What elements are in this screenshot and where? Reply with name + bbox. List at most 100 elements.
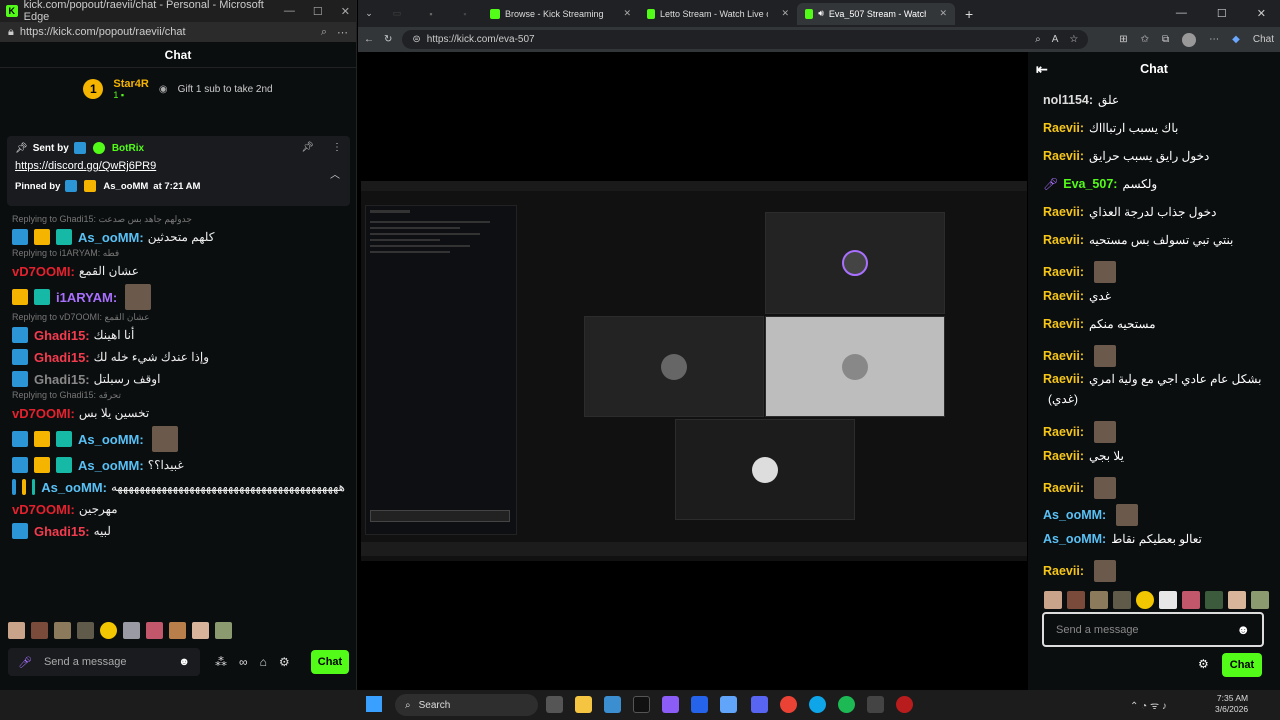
emote-icon[interactable] (169, 622, 186, 639)
stream-chat-message[interactable]: Raevii: دخول رايق يسبب حرايق (1043, 149, 1209, 163)
app-icon-blue[interactable] (691, 696, 708, 713)
emoji-icon[interactable]: ☻ (1236, 622, 1250, 637)
chat-username[interactable]: Raevii: (1043, 289, 1084, 303)
chat-message[interactable]: As_ooMM: غبيدا؟؟ (0, 454, 357, 476)
chat-message[interactable]: Ghadi15: وإذا عندك شيء خله لك (0, 346, 357, 368)
chat-username[interactable]: vD7OOMI: (12, 502, 75, 517)
extensions-icon[interactable]: ⊞ (1119, 34, 1127, 45)
minimize-button[interactable]: — (1176, 7, 1187, 20)
system-clock[interactable]: 7:35 AM 3/6/2026 (1215, 693, 1248, 715)
emote-icon[interactable] (123, 622, 140, 639)
chat-message[interactable]: vD7OOMI: عشان القمع (0, 260, 357, 282)
emoji-icon[interactable]: ☻ (178, 656, 190, 668)
chat-message[interactable]: As_ooMM: كلهم متحدثين (0, 226, 357, 248)
chat-username[interactable]: As_ooMM: (1043, 508, 1106, 522)
stream-chat-message[interactable]: Raevii: بشكل عام عادي اجي مع ولية امري (1043, 372, 1261, 386)
emote-icon[interactable] (1228, 591, 1246, 609)
pinned-sender[interactable]: BotRix (112, 143, 144, 154)
task-view-icon[interactable] (546, 696, 563, 713)
chat-username[interactable]: Raevii: (1043, 481, 1084, 495)
close-tab-icon[interactable]: ✕ (623, 8, 631, 19)
collapse-chat-icon[interactable]: ⇤ (1036, 61, 1048, 78)
chat-username[interactable]: Ghadi15: (34, 524, 90, 539)
settings-icon[interactable]: ⚙ (1198, 657, 1209, 671)
edge-icon[interactable] (809, 696, 826, 713)
app-icon-red[interactable] (896, 696, 913, 713)
chat-message[interactable]: Ghadi15: أنا اهينك (0, 324, 357, 346)
discord-icon[interactable] (751, 696, 768, 713)
emote-icon[interactable] (1067, 591, 1085, 609)
copilot-app-icon[interactable] (662, 696, 679, 713)
copilot-icon[interactable]: ◆ (1232, 34, 1240, 45)
emote-icon[interactable] (100, 622, 117, 639)
chat-input[interactable]: 🎤︎ Send a message ☻ (8, 648, 200, 676)
chat-username[interactable]: Raevii: (1043, 425, 1084, 439)
chat-username[interactable]: i1ARYAM: (56, 290, 117, 305)
chat-send-button[interactable]: Chat (311, 650, 349, 674)
pinned-link[interactable]: https://discord.gg/QwRj6PR9 (15, 160, 342, 172)
emote-icon[interactable] (31, 622, 48, 639)
copilot-label[interactable]: Chat (1253, 34, 1274, 45)
tiktok-icon[interactable] (633, 696, 650, 713)
minimize-button[interactable]: — (284, 5, 295, 18)
chat-message[interactable]: Ghadi15: اوقف رسبلتل (0, 368, 357, 390)
photos-icon[interactable] (604, 696, 621, 713)
store-icon[interactable]: ⌂ (260, 655, 267, 669)
more-icon[interactable]: ⋯ (337, 26, 348, 39)
speaker-icon[interactable]: 🔊︎ (818, 8, 824, 19)
emote-icon[interactable] (1044, 591, 1062, 609)
chat-username[interactable]: vD7OOMI: (12, 264, 75, 279)
stream-chat-message[interactable]: Raevii: (1043, 560, 1116, 582)
stream-chat-message[interactable]: As_ooMM: تعالو بعطيكم نقاط (1043, 532, 1202, 546)
emote-icon[interactable] (1182, 591, 1200, 609)
pinned-by-user[interactable]: As_ooMM (103, 181, 148, 192)
chat-message[interactable]: As_ooMM: هههههههههههههههههههههههههههههههه… (0, 476, 357, 498)
maximize-button[interactable]: ☐ (313, 5, 323, 18)
chat-username[interactable]: As_ooMM: (1043, 532, 1106, 546)
emote-icon[interactable] (1113, 591, 1131, 609)
settings-icon[interactable]: ⚙ (279, 655, 290, 669)
close-button[interactable]: ✕ (1257, 7, 1266, 20)
chat-username[interactable]: Raevii: (1043, 233, 1084, 247)
reply-context[interactable]: Replying to vD7OOMI: عشان القمع (0, 312, 357, 324)
emote-icon[interactable] (1159, 591, 1177, 609)
emote-icon[interactable] (1136, 591, 1154, 609)
stream-chat-message[interactable]: As_ooMM: (1043, 504, 1139, 526)
chat-message[interactable]: As_ooMM: (0, 424, 357, 454)
chat-username[interactable]: Raevii: (1043, 205, 1084, 219)
spotify-icon[interactable] (838, 696, 855, 713)
emote-icon[interactable] (1090, 591, 1108, 609)
chrome-icon[interactable] (780, 696, 797, 713)
gift-leaderboard[interactable]: 1 Star4R 1 ▪ ◉ Gift 1 sub to take 2nd (0, 68, 356, 110)
close-tab-icon[interactable]: ✕ (939, 8, 947, 19)
points-icon[interactable]: ⁂ (215, 655, 227, 669)
chat-username[interactable]: Raevii: (1043, 372, 1084, 386)
tray-icons[interactable]: ⌃ ◔ ᯤ ♪ (1130, 698, 1167, 712)
reply-context[interactable]: Replying to i1ARYAM: فطه (0, 248, 357, 260)
chat-username[interactable]: Raevii: (1043, 349, 1084, 363)
chat-username[interactable]: vD7OOMI: (12, 406, 75, 421)
tab-pinned-3[interactable]: ▪ (448, 9, 482, 19)
chat-username[interactable]: As_ooMM: (41, 480, 107, 495)
tab-letto[interactable]: Letto Stream - Watch Live on Kick ✕ (639, 3, 797, 25)
unpin-icon[interactable]: 📌︎ (301, 142, 314, 153)
chat-username[interactable]: Eva_507: (1063, 177, 1117, 191)
chat-message[interactable]: vD7OOMI: مهرجين (0, 498, 357, 520)
stream-chat-message[interactable]: Raevii: دخول جذاب لدرجة العذاي (1043, 205, 1216, 219)
stream-chat-message[interactable]: nol1154: علق (1043, 93, 1119, 107)
chat-username[interactable]: As_ooMM: (78, 458, 144, 473)
site-info-icon[interactable]: ⊜ (412, 34, 420, 45)
reply-context[interactable]: Replying to Ghadi15: تحرقه (0, 390, 357, 402)
emote-icon[interactable] (1205, 591, 1223, 609)
chat-message[interactable]: vD7OOMI: تخسين يلا بس (0, 402, 357, 424)
back-icon[interactable]: ← (364, 34, 374, 45)
url-field[interactable]: ⊜ https://kick.com/eva-507 ⌕ A ☆ (402, 30, 1089, 49)
favorite-icon[interactable]: ☆ (1069, 34, 1078, 45)
chat-username[interactable]: As_ooMM: (78, 432, 144, 447)
stream-chat-message[interactable]: Raevii: غدي (1043, 289, 1111, 303)
stream-chat-message[interactable]: Raevii: (1043, 421, 1116, 443)
chat-username[interactable]: As_ooMM: (78, 230, 144, 245)
reply-context[interactable]: Replying to Ghadi15: جدولهم جاهد بس صدعت (0, 214, 357, 226)
stream-chat-message[interactable]: Raevii: بنتي تبي تسولف بس مستحيه (1043, 233, 1233, 247)
emote-icon[interactable] (146, 622, 163, 639)
